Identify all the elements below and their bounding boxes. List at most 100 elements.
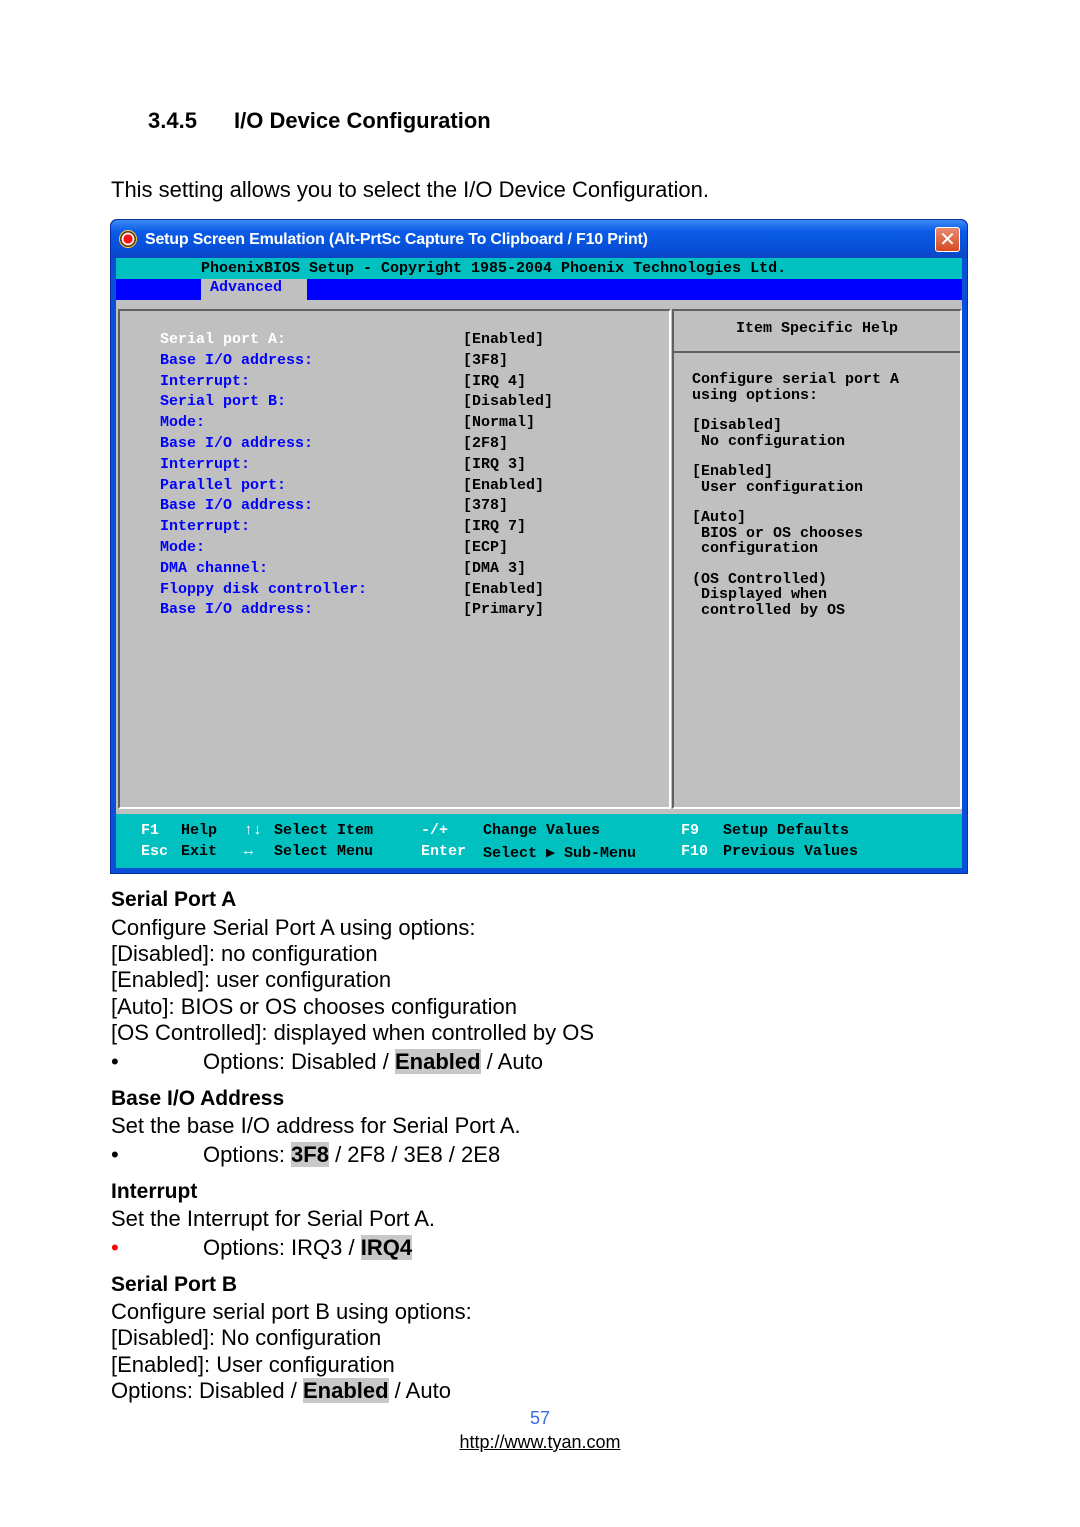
section-title: I/O Device Configuration bbox=[234, 108, 491, 133]
help-line: using options: bbox=[692, 386, 819, 404]
help-panel: Item Specific Help Configure serial port… bbox=[672, 309, 962, 809]
settings-panel: Serial port A: [Enabled] Base I/O address:… bbox=[118, 309, 671, 809]
setting-value[interactable]: [3F8] bbox=[463, 352, 508, 369]
bullet-icon: • bbox=[111, 1142, 119, 1167]
footer-desc: Select ▶ Sub-Menu bbox=[483, 845, 637, 862]
setting-value[interactable]: [Normal] bbox=[463, 414, 535, 431]
footer-desc: Select Item bbox=[274, 822, 374, 839]
options-text: Options: bbox=[203, 1142, 292, 1167]
default-option: Enabled bbox=[394, 1049, 481, 1074]
bios-footer: F1 Help ↑↓ Select Item -/+ Change Values F9 Set… bbox=[116, 814, 962, 868]
footer-url-link[interactable]: http://www.tyan.com bbox=[0, 1432, 1080, 1453]
help-body: Configure serial port Ausing options: [Di… bbox=[692, 372, 899, 618]
help-line bbox=[692, 403, 899, 418]
footer-key: F10 bbox=[681, 843, 709, 860]
setting-label: Serial port B: bbox=[160, 393, 287, 411]
help-line: BIOS or OS chooses bbox=[692, 524, 864, 542]
default-option: IRQ4 bbox=[360, 1235, 413, 1260]
setting-value[interactable]: [Disabled] bbox=[463, 393, 553, 410]
setting-label: Base I/O address: bbox=[160, 497, 314, 515]
bullet-icon: • bbox=[111, 1049, 119, 1074]
footer-desc: Exit bbox=[181, 843, 218, 860]
setting-value[interactable]: [2F8] bbox=[463, 435, 508, 452]
help-line: [Auto] bbox=[692, 509, 747, 526]
interrupt-line: Set the Interrupt for Serial Port A. bbox=[111, 1206, 436, 1231]
setting-label: Mode: bbox=[160, 414, 206, 432]
setting-value[interactable]: [DMA 3] bbox=[463, 560, 526, 577]
help-line: No configuration bbox=[692, 432, 846, 450]
section-heading: 3.4.5 I/O Device Configuration bbox=[148, 108, 491, 134]
setting-label: Base I/O address: bbox=[160, 351, 314, 369]
setting-label: Interrupt: bbox=[160, 518, 251, 536]
footer-key: F1 bbox=[141, 822, 160, 839]
serial-port-b-line: [Enabled]: User configuration bbox=[111, 1352, 395, 1377]
window-title: Setup Screen Emulation (Alt-PrtSc Captur… bbox=[145, 231, 648, 248]
footer-desc: Change Values bbox=[483, 822, 601, 839]
base-io-options: • Options: 3F8 / 2F8 / 3E8 / 2E8 bbox=[111, 1142, 500, 1168]
footer-key: Enter bbox=[421, 843, 467, 860]
help-line bbox=[692, 495, 899, 510]
setting-label: Interrupt: bbox=[160, 455, 251, 473]
footer-desc: Select Menu bbox=[274, 843, 374, 860]
help-line: controlled by OS bbox=[692, 601, 846, 619]
setting-value[interactable]: [IRQ 7] bbox=[463, 518, 526, 535]
setting-value[interactable]: [ECP] bbox=[463, 539, 508, 556]
serial-port-b-line: [Disabled]: No configuration bbox=[111, 1325, 382, 1350]
section-number: 3.4.5 bbox=[148, 108, 197, 133]
serial-port-a-line: [Auto]: BIOS or OS chooses configuration bbox=[111, 994, 517, 1019]
setting-value[interactable]: [Primary] bbox=[463, 601, 544, 618]
tab-advanced[interactable]: Advanced bbox=[201, 279, 307, 300]
interrupt-heading: Interrupt bbox=[111, 1180, 198, 1203]
serial-port-a-heading: Serial Port A bbox=[111, 888, 237, 911]
help-line bbox=[692, 557, 899, 572]
setting-label: Serial port A: bbox=[160, 331, 287, 348]
default-option: Enabled bbox=[302, 1378, 389, 1403]
options-text: Options: Disabled / bbox=[111, 1378, 303, 1403]
setting-value[interactable]: [Enabled] bbox=[463, 331, 544, 348]
footer-key: ↑↓ bbox=[244, 822, 263, 839]
serial-port-a-line: [OS Controlled]: displayed when controll… bbox=[111, 1020, 595, 1045]
footer-key: -/+ bbox=[421, 822, 449, 839]
help-line: Configure serial port A bbox=[692, 371, 900, 388]
serial-port-b-line: Configure serial port B using options: bbox=[111, 1299, 472, 1324]
close-button[interactable]: ✕ bbox=[935, 227, 960, 252]
bullet-icon: • bbox=[111, 1235, 119, 1260]
setting-value[interactable]: [Enabled] bbox=[463, 477, 544, 494]
serial-port-b-options: Options: Disabled / Enabled / Auto bbox=[111, 1378, 451, 1404]
serial-port-a-line: Configure Serial Port A using options: bbox=[111, 915, 476, 940]
help-line: [Disabled] bbox=[692, 417, 783, 434]
interrupt-options: • Options: IRQ3 / IRQ4 bbox=[111, 1235, 413, 1261]
setting-value[interactable]: [Enabled] bbox=[463, 581, 544, 598]
footer-key: F9 bbox=[681, 822, 700, 839]
bios-screen: PhoenixBIOS Setup - Copyright 1985-2004 … bbox=[116, 258, 962, 868]
footer-desc: Help bbox=[181, 822, 218, 839]
bios-header: PhoenixBIOS Setup - Copyright 1985-2004 … bbox=[116, 258, 962, 279]
help-line: (OS Controlled) bbox=[692, 570, 828, 588]
setting-value[interactable]: [IRQ 4] bbox=[463, 373, 526, 390]
setting-label: Parallel port: bbox=[160, 476, 287, 494]
help-line: User configuration bbox=[692, 478, 864, 496]
options-text: / Auto bbox=[480, 1049, 543, 1074]
serial-port-a-options: • Options: Disabled / Enabled / Auto bbox=[111, 1049, 543, 1075]
options-text: Options: IRQ3 / bbox=[203, 1235, 361, 1260]
setting-value[interactable]: [378] bbox=[463, 497, 508, 514]
footer-desc: Setup Defaults bbox=[723, 822, 850, 839]
serial-port-b-heading: Serial Port B bbox=[111, 1273, 238, 1296]
footer-key: Esc bbox=[141, 843, 169, 860]
base-io-heading: Base I/O Address bbox=[111, 1087, 285, 1110]
setting-label: Mode: bbox=[160, 538, 206, 556]
window-titlebar: Setup Screen Emulation (Alt-PrtSc Captur… bbox=[111, 220, 967, 258]
setting-value[interactable]: [IRQ 3] bbox=[463, 456, 526, 473]
options-text: / Auto bbox=[388, 1378, 451, 1403]
options-text: Options: Disabled / bbox=[203, 1049, 395, 1074]
serial-port-a-line: [Disabled]: no configuration bbox=[111, 941, 378, 966]
default-option: 3F8 bbox=[291, 1142, 329, 1167]
options-text: / 2F8 / 3E8 / 2E8 bbox=[328, 1142, 501, 1167]
section-intro: This setting allows you to select the I/… bbox=[111, 177, 709, 202]
app-icon bbox=[120, 231, 136, 247]
help-line: configuration bbox=[692, 540, 819, 557]
serial-port-a-line: [Enabled]: user configuration bbox=[111, 967, 392, 992]
setting-label: Base I/O address: bbox=[160, 434, 314, 452]
setting-label: Interrupt: bbox=[160, 372, 251, 390]
help-line bbox=[692, 449, 899, 464]
